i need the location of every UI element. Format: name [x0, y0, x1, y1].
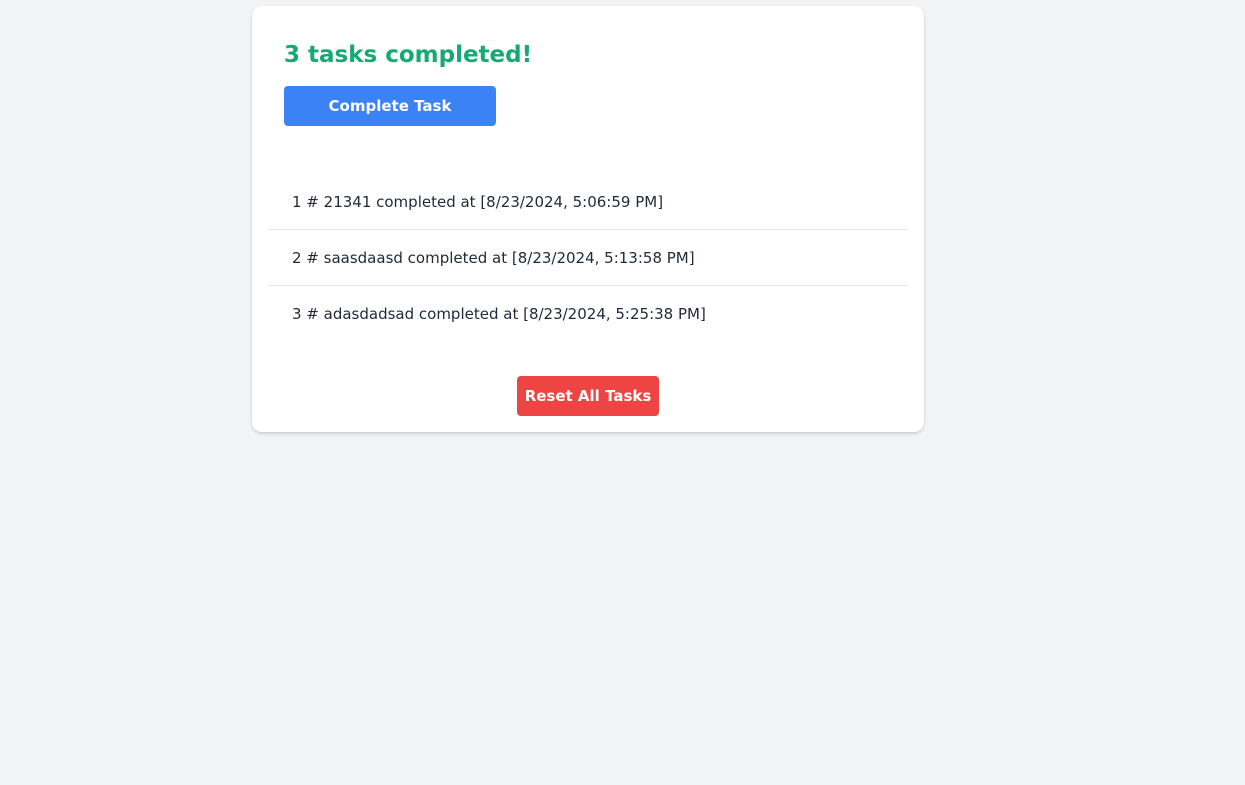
task-list-item: 2 # saasdaasd completed at [8/23/2024, 5… — [268, 230, 908, 286]
task-list-item: 1 # 21341 completed at [8/23/2024, 5:06:… — [268, 174, 908, 230]
page-title: 3 tasks completed! — [284, 42, 533, 68]
tasks-card: 3 tasks completed! Complete Task 1 # 213… — [252, 6, 924, 432]
task-list: 1 # 21341 completed at [8/23/2024, 5:06:… — [268, 174, 908, 342]
reset-all-tasks-button[interactable]: Reset All Tasks — [517, 376, 659, 416]
complete-task-button[interactable]: Complete Task — [284, 86, 496, 126]
task-list-item: 3 # adasdadsad completed at [8/23/2024, … — [292, 305, 706, 323]
